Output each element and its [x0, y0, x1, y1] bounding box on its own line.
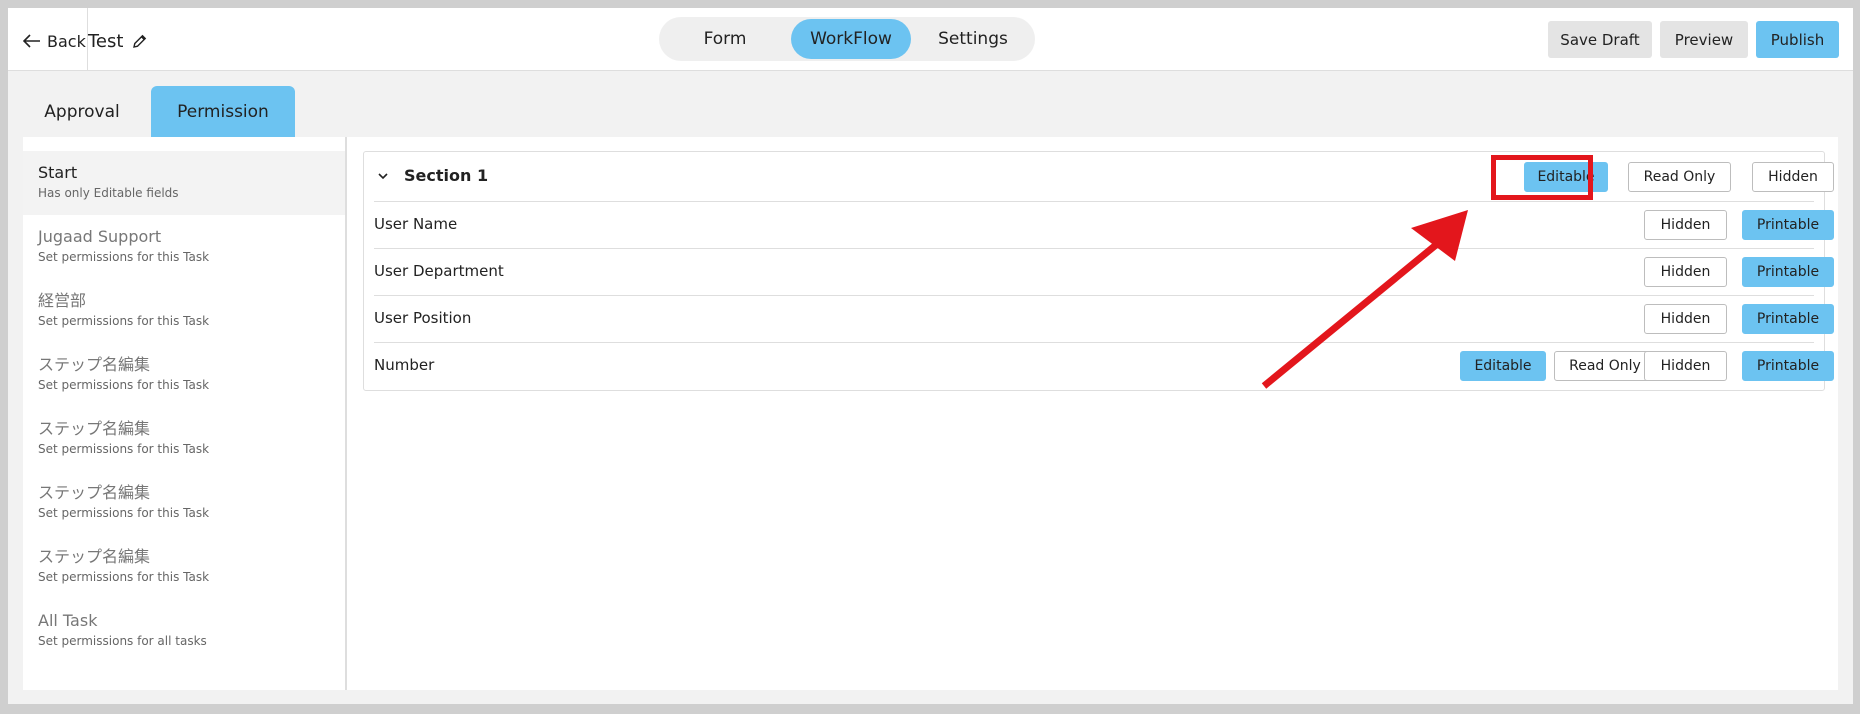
sidebar-item-step-2[interactable]: ステップ名編集 Set permissions for this Task [23, 407, 345, 471]
field-row-user-position: User Position Hidden Printable [374, 295, 1834, 342]
permission-content: Start Has only Editable fields Jugaad Su… [23, 137, 1838, 690]
tab-approval[interactable]: Approval [23, 86, 141, 137]
publish-button[interactable]: Publish [1756, 21, 1839, 58]
chevron-down-icon[interactable] [376, 169, 390, 183]
read-only-button[interactable]: Read Only [1554, 351, 1656, 381]
sidebar-item-name: ステップ名編集 [38, 419, 151, 438]
printable-button[interactable]: Printable [1742, 351, 1834, 381]
hidden-button[interactable]: Hidden [1644, 257, 1727, 287]
section-editable-button[interactable]: Editable [1524, 162, 1608, 192]
tab-settings[interactable]: Settings [917, 19, 1029, 59]
field-label: User Position [374, 309, 472, 327]
sidebar-item-name: ステップ名編集 [38, 547, 151, 566]
field-label: Number [374, 356, 435, 374]
sidebar-item-desc: Set permissions for this Task [38, 314, 210, 328]
printable-button[interactable]: Printable [1742, 304, 1834, 334]
sidebar-item-all-task[interactable]: All Task Set permissions for all tasks [23, 599, 345, 663]
sidebar-item-step-3[interactable]: ステップ名編集 Set permissions for this Task [23, 471, 345, 535]
tab-workflow[interactable]: WorkFlow [791, 19, 911, 59]
section-panel: Section 1 Editable Read Only Hidden User… [363, 151, 1834, 391]
tab-permission[interactable]: Permission [151, 86, 295, 137]
sidebar-item-name: ステップ名編集 [38, 355, 151, 374]
task-sidebar: Start Has only Editable fields Jugaad Su… [23, 137, 347, 690]
save-draft-button[interactable]: Save Draft [1548, 21, 1652, 58]
app-window: Back Test Form WorkFlow Settings Save Dr… [8, 8, 1853, 704]
sidebar-item-desc: Set permissions for this Task [38, 442, 210, 456]
sidebar-item-desc: Has only Editable fields [38, 186, 179, 200]
preview-button[interactable]: Preview [1660, 21, 1748, 58]
sidebar-item-name: ステップ名編集 [38, 483, 151, 502]
hidden-button[interactable]: Hidden [1644, 210, 1727, 240]
sidebar-item-desc: Set permissions for this Task [38, 506, 210, 520]
sidebar-item-start[interactable]: Start Has only Editable fields [23, 151, 345, 215]
sidebar-item-desc: Set permissions for this Task [38, 250, 210, 264]
sidebar-item-step-4[interactable]: ステップ名編集 Set permissions for this Task [23, 535, 345, 599]
sidebar-item-name: 経営部 [38, 291, 87, 310]
field-row-user-department: User Department Hidden Printable [374, 248, 1834, 295]
field-label: User Department [374, 262, 504, 280]
section-title: Section 1 [404, 166, 489, 185]
section-read-only-button[interactable]: Read Only [1628, 162, 1731, 192]
sidebar-item-jugaad-support[interactable]: Jugaad Support Set permissions for this … [23, 215, 345, 279]
printable-button[interactable]: Printable [1742, 210, 1834, 240]
section-header: Section 1 Editable Read Only Hidden [364, 152, 1834, 202]
editable-button[interactable]: Editable [1460, 351, 1546, 381]
field-row-number: Number Editable Read Only Hidden Printab… [374, 342, 1834, 389]
field-row-user-name: User Name Hidden Printable [374, 201, 1834, 248]
top-header: Back Test Form WorkFlow Settings Save Dr… [8, 8, 1853, 71]
form-title-text: Test [88, 30, 124, 52]
sidebar-item-name: Jugaad Support [38, 227, 162, 246]
section-hidden-button[interactable]: Hidden [1752, 162, 1834, 192]
form-title: Test [88, 28, 148, 54]
tab-form[interactable]: Form [667, 19, 783, 59]
field-label: User Name [374, 215, 458, 233]
printable-button[interactable]: Printable [1742, 257, 1834, 287]
arrow-left-icon [23, 34, 40, 48]
sidebar-item-desc: Set permissions for this Task [38, 570, 210, 584]
sidebar-item-desc: Set permissions for all tasks [38, 634, 207, 648]
main-tab-bar: Form WorkFlow Settings [659, 17, 1035, 61]
back-button[interactable]: Back [23, 28, 86, 54]
pencil-icon[interactable] [131, 33, 148, 50]
sidebar-item-name: All Task [38, 611, 98, 630]
sidebar-item-name: Start [38, 163, 78, 182]
back-label: Back [47, 31, 86, 51]
sidebar-item-management[interactable]: 経営部 Set permissions for this Task [23, 279, 345, 343]
hidden-button[interactable]: Hidden [1644, 351, 1727, 381]
sidebar-item-desc: Set permissions for this Task [38, 378, 210, 392]
hidden-button[interactable]: Hidden [1644, 304, 1727, 334]
sidebar-item-step-1[interactable]: ステップ名編集 Set permissions for this Task [23, 343, 345, 407]
